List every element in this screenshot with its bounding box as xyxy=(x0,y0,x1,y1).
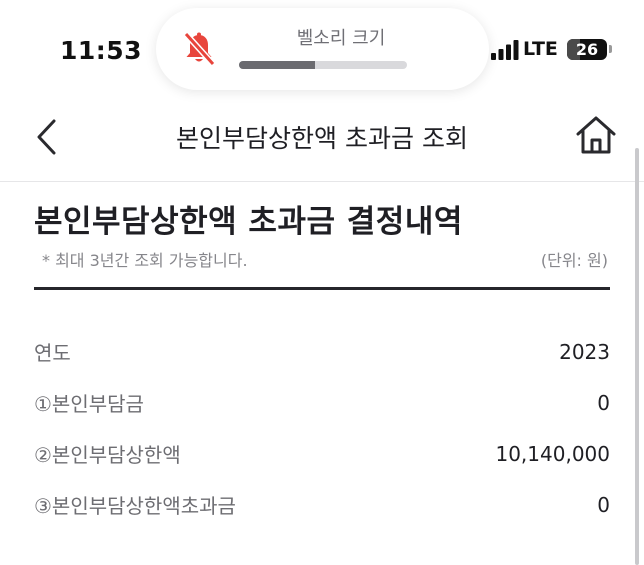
volume-slider-fill xyxy=(239,61,315,69)
volume-notification: 벨소리 크기 xyxy=(156,8,489,90)
page-title: 본인부담상한액 초과금 조회 xyxy=(176,124,468,153)
scrollbar[interactable] xyxy=(635,148,639,565)
status-time: 11:53 xyxy=(60,36,143,65)
volume-label: 벨소리 크기 xyxy=(296,28,386,49)
row-label: ③본인부담상한액초과금 xyxy=(34,494,236,518)
battery-icon: 26 xyxy=(567,39,607,60)
detail-list: 연도 2023 ①본인부담금 0 ②본인부담상한액 10,140,000 ③본인… xyxy=(34,326,610,530)
row-excess-amount: ③본인부담상한액초과금 0 xyxy=(34,479,610,530)
row-year: 연도 2023 xyxy=(34,326,610,377)
row-label: 연도 xyxy=(34,341,71,365)
cellular-signal-icon xyxy=(491,40,519,60)
inquiry-note: * 최대 3년간 조회 가능합니다. xyxy=(42,251,248,270)
row-value: 10,140,000 xyxy=(495,441,610,466)
row-label: ②본인부담상한액 xyxy=(34,443,181,467)
row-value: 0 xyxy=(597,390,610,415)
row-label: ①본인부담금 xyxy=(34,392,144,416)
home-button[interactable] xyxy=(574,113,618,157)
network-type: LTE xyxy=(523,38,558,60)
battery-tip xyxy=(609,45,612,53)
home-icon xyxy=(576,116,616,154)
volume-slider[interactable] xyxy=(239,61,407,69)
row-value: 0 xyxy=(597,492,610,517)
row-value: 2023 xyxy=(559,339,610,364)
row-copayment-ceiling: ②본인부담상한액 10,140,000 xyxy=(34,428,610,479)
navigation-bar: 본인부담상한액 초과금 조회 xyxy=(0,105,644,167)
battery-level: 26 xyxy=(575,40,599,59)
section-title: 본인부담상한액 초과금 결정내역 xyxy=(34,204,463,240)
unit-label: (단위: 원) xyxy=(540,251,608,270)
row-copayment: ①본인부담금 0 xyxy=(34,377,610,428)
bell-slash-icon xyxy=(183,31,216,67)
section-rule xyxy=(34,287,610,290)
header-divider xyxy=(0,181,644,182)
